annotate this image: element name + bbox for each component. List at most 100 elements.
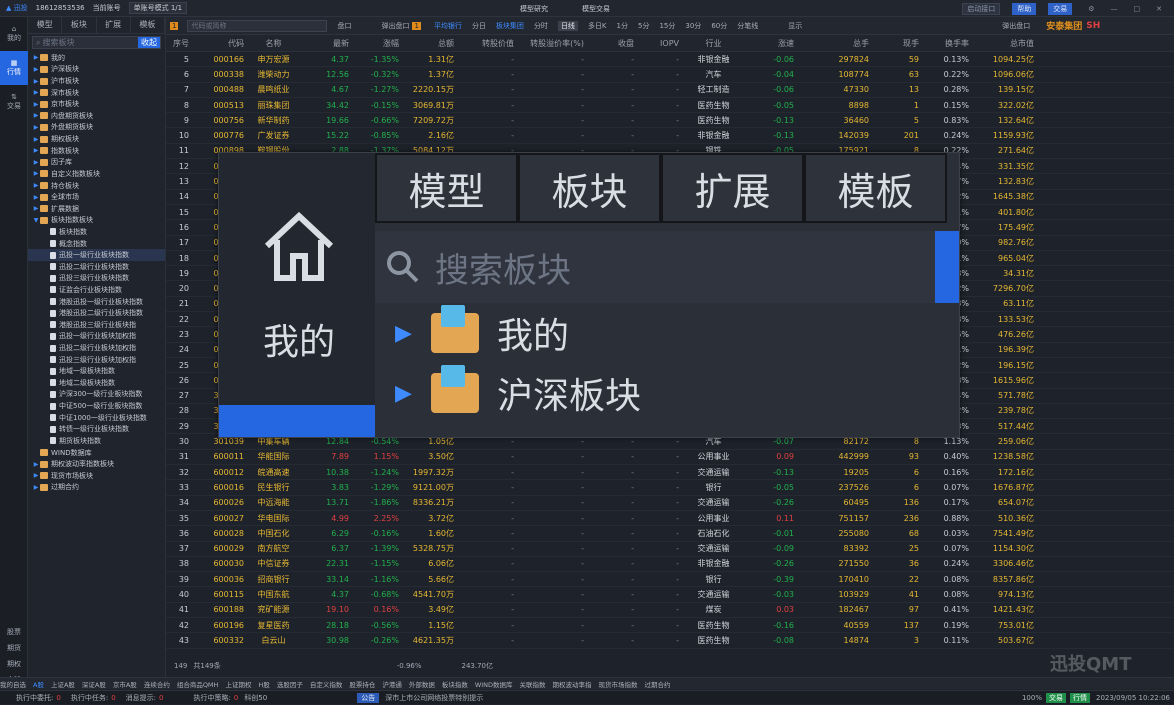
overlay-collapse-button[interactable] <box>935 231 959 303</box>
caret-right-icon[interactable]: ▶ <box>32 182 40 189</box>
market-tab[interactable]: 深证A股 <box>82 679 106 689</box>
caret-down-icon[interactable]: ▼ <box>32 217 40 224</box>
market-tab[interactable]: 组合商品QMH <box>177 679 219 689</box>
tree-item[interactable]: ▶ 自定义指数板块 <box>28 168 165 180</box>
overlay-tab-sector[interactable]: 板块 <box>518 153 661 223</box>
table-row[interactable]: 31 600011 华能国际 7.89 1.15% 3.50亿 - - - - 公用事业 0.09 44… <box>166 450 1174 466</box>
code-search-input[interactable]: 代码或简称 <box>187 19 328 32</box>
tree-item[interactable]: ▶ 内盘期货板块 <box>28 110 165 122</box>
zoom-level[interactable]: 100% <box>1022 694 1042 702</box>
tree-item[interactable]: ▶ 我的 <box>28 52 165 64</box>
market-tab[interactable]: H股 <box>258 679 269 689</box>
table-row[interactable]: 37 600029 南方航空 6.37 -1.39% 5328.75万 - - - - 交通运输 -0… <box>166 542 1174 557</box>
column-header[interactable]: 代码 <box>191 38 246 49</box>
column-header[interactable]: 行业 <box>681 38 746 49</box>
plate-button[interactable]: 盘口 <box>337 21 351 31</box>
caret-right-icon[interactable]: ▶ <box>32 112 40 119</box>
market-tab[interactable]: 上证A股 <box>51 679 75 689</box>
caret-right-icon[interactable]: ▶ <box>32 472 40 479</box>
table-row[interactable]: 35 600027 华电国际 4.99 2.25% 3.72亿 - - - - 公用事业 0.11 75… <box>166 511 1174 527</box>
tree-item[interactable]: ▶ 现货市场板块 <box>28 470 165 482</box>
maximize-icon[interactable]: □ <box>1134 5 1141 13</box>
period-tab[interactable]: 分时 <box>534 21 548 31</box>
market-tab[interactable]: 现货市场指数 <box>599 679 638 689</box>
popup-plate-button-2[interactable]: 弹出盘口 <box>1002 21 1030 31</box>
table-row[interactable]: 5 000166 申万宏源 4.37 -1.35% 1.31亿 - - - - 非银金融 -0.06 2… <box>166 52 1174 68</box>
split-day-button[interactable]: 分日 <box>472 21 486 31</box>
tree-item[interactable]: ▶ 扩展数据 <box>28 203 165 215</box>
column-header[interactable]: 现手 <box>871 38 921 49</box>
table-row[interactable]: 6 000338 潍柴动力 12.56 -0.32% 1.37亿 - - - - 汽车 -0.04 10… <box>166 67 1174 83</box>
tree-item[interactable]: ▶ 期权板块 <box>28 133 165 145</box>
tree-item[interactable]: ▶ 京市板块 <box>28 98 165 110</box>
market-tab[interactable]: 关联指数 <box>520 679 546 689</box>
tree-item[interactable]: ▶ 持仓板块 <box>28 180 165 192</box>
column-header[interactable]: 收盘 <box>586 38 636 49</box>
market-tab[interactable]: 上证期权 <box>225 679 251 689</box>
market-tab[interactable]: 选股因子 <box>277 679 303 689</box>
tree-item[interactable]: ▶ 外盘期货板块 <box>28 122 165 134</box>
column-header[interactable]: 涨速 <box>746 38 796 49</box>
column-header[interactable]: IOPV <box>636 39 681 48</box>
tree-item[interactable]: ▶ 过期合约 <box>28 482 165 494</box>
table-row[interactable]: 10 000776 广发证券 15.22 -0.85% 2.16亿 - - - - 非银金融 -0.1… <box>166 128 1174 144</box>
tree-item[interactable]: 港股迅投一级行业板块指数 <box>28 296 165 308</box>
period-tab[interactable]: 多日K <box>588 21 607 31</box>
period-tab[interactable]: 60分 <box>711 21 727 31</box>
table-row[interactable]: 41 600188 兖矿能源 19.10 0.16% 3.49亿 - - - - 煤炭 0.03 182… <box>166 603 1174 618</box>
tree-item[interactable]: 中证1000一级行业板块指数 <box>28 412 165 424</box>
table-row[interactable]: 32 600012 皖通高速 10.38 -1.24% 1997.32万 - - - - 交通运输 -… <box>166 465 1174 481</box>
caret-right-icon[interactable]: ▶ <box>32 170 40 177</box>
tree-item[interactable]: ▶ 沪市板块 <box>28 75 165 87</box>
market-tab[interactable]: 自定义指数 <box>310 679 343 689</box>
column-header[interactable]: 转股溢价率(%) <box>516 38 586 49</box>
table-row[interactable]: 8 000513 丽珠集团 34.42 -0.15% 3069.81万 - - - - 医药生物 -0… <box>166 98 1174 114</box>
tab-model[interactable]: 模型 <box>28 17 63 33</box>
tree-item[interactable]: 港股迅投三级行业板块指 <box>28 319 165 331</box>
caret-right-icon[interactable]: ▶ <box>32 136 40 143</box>
table-row[interactable]: 39 600036 招商银行 33.14 -1.16% 5.66亿 - - - - 银行 -0.39 1… <box>166 572 1174 588</box>
tree-item[interactable]: 概念指数 <box>28 238 165 250</box>
overlay-tab-model[interactable]: 模型 <box>375 153 518 223</box>
help-button[interactable]: 帮助 <box>1012 2 1037 15</box>
sector-search-input[interactable]: ⌕ 搜索板块 收起 <box>32 36 161 49</box>
table-row[interactable]: 38 600030 中信证券 22.31 -1.15% 6.06亿 - - - - 非银金融 -0.2… <box>166 557 1174 573</box>
period-tab[interactable]: 1分 <box>617 21 628 31</box>
tree-item[interactable]: ▶ 全球市场 <box>28 191 165 203</box>
model-research-button[interactable]: 模型研究 <box>520 4 548 14</box>
period-tab[interactable]: 5分 <box>638 21 649 31</box>
overlay-tree-item-my[interactable]: ▶ 我的 <box>395 303 569 363</box>
table-row[interactable]: 42 600196 复星医药 28.18 -0.56% 1.15亿 - - - - 医药生物 -0.1… <box>166 618 1174 634</box>
tree-item[interactable]: 转债一级行业板块指数 <box>28 424 165 436</box>
caret-right-icon[interactable]: ▶ <box>32 124 40 131</box>
tree-item[interactable]: 迅投一级行业板块加权指 <box>28 331 165 343</box>
notice-tag[interactable]: 公告 <box>357 692 380 703</box>
table-row[interactable]: 40 600115 中国东航 4.37 -0.68% 4541.70万 - - - - 交通运输 -0… <box>166 587 1174 603</box>
tree-item[interactable]: 港股迅投二级行业板块指数 <box>28 307 165 319</box>
period-tab[interactable]: 日线 <box>557 20 578 31</box>
caret-right-icon[interactable]: ▶ <box>32 78 40 85</box>
market-tab[interactable]: 我的自选 <box>0 679 26 689</box>
nav-market[interactable]: ▦ 行情 <box>0 51 28 85</box>
tree-item[interactable]: ▶ 沪深板块 <box>28 64 165 76</box>
overlay-tab-template[interactable]: 模板 <box>804 153 947 223</box>
gear-icon[interactable]: ⚙ <box>1088 5 1094 13</box>
tree-item[interactable]: WIND数据库 <box>28 447 165 459</box>
avg-bank-button[interactable]: 平均银行 <box>434 21 462 31</box>
caret-right-icon[interactable]: ▶ <box>32 205 40 212</box>
caret-right-icon[interactable]: ▶ <box>32 101 40 108</box>
overlay-search-input[interactable]: 搜索板块 <box>375 231 935 303</box>
collapse-button[interactable]: 收起 <box>138 37 160 48</box>
tree-item[interactable]: ▼ 板块指数板块 <box>28 215 165 227</box>
market-tab[interactable]: 过期合约 <box>645 679 671 689</box>
period-tab[interactable]: 分笔线 <box>737 21 758 31</box>
start-interface-button[interactable]: 启动接口 <box>962 2 1001 15</box>
display-dropdown[interactable]: 显示 <box>788 21 802 31</box>
popup-plate-button[interactable]: 弹出盘口 <box>381 21 409 31</box>
tree-item[interactable]: 板块指数 <box>28 226 165 238</box>
period-tab[interactable]: 30分 <box>685 21 701 31</box>
column-header[interactable]: 涨幅 <box>351 38 401 49</box>
market-tab[interactable]: 外部数据 <box>409 679 435 689</box>
minimize-icon[interactable]: — <box>1111 5 1118 13</box>
tree-item[interactable]: 迅投三级行业板块加权指 <box>28 354 165 366</box>
